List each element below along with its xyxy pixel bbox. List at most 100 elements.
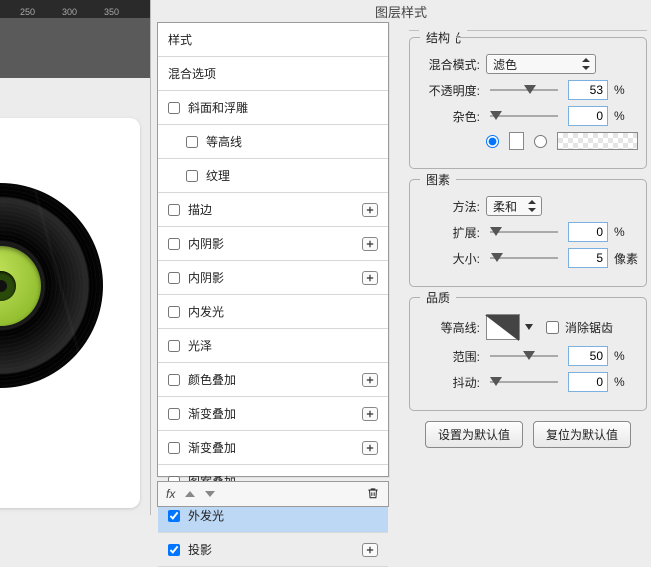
label-gradient-overlay-2: 渐变叠加 (188, 439, 236, 456)
trash-icon[interactable] (366, 486, 380, 503)
label-blend-options: 混合选项 (168, 65, 216, 82)
slider-spread[interactable] (490, 224, 558, 240)
checkbox-stroke[interactable] (168, 204, 180, 216)
fieldset-elements: 图素 方法: 柔和 扩展: % 大小: 像素 (409, 179, 647, 287)
ruler-tick-350: 350 (104, 7, 119, 17)
label-inner-shadow-2: 内阴影 (188, 269, 224, 286)
vinyl-record (0, 183, 103, 388)
reset-default-button[interactable]: 复位为默认值 (533, 421, 631, 448)
slider-noise[interactable] (490, 108, 558, 124)
label-contour: 等高线 (206, 133, 242, 150)
label-jitter: 抖动: (418, 374, 480, 391)
select-blend-mode-value: 滤色 (493, 56, 517, 73)
add-inner-shadow-1-button[interactable] (362, 237, 378, 251)
row-bevel[interactable]: 斜面和浮雕 (158, 91, 388, 125)
add-drop-shadow-button[interactable] (362, 543, 378, 557)
row-gradient-overlay-2[interactable]: 渐变叠加 (158, 431, 388, 465)
add-gradient-overlay-2-button[interactable] (362, 441, 378, 455)
input-range[interactable] (568, 346, 608, 366)
slider-opacity[interactable] (490, 82, 558, 98)
checkbox-satin[interactable] (168, 340, 180, 352)
checkbox-inner-shadow-2[interactable] (168, 272, 180, 284)
styles-panel: 样式 混合选项 斜面和浮雕 等高线 纹理 描边 内阴影 内阴影 内发光 光泽 颜… (157, 22, 389, 477)
gradient-swatch[interactable] (557, 132, 638, 150)
set-default-button[interactable]: 设置为默认值 (425, 421, 523, 448)
label-stroke: 描边 (188, 201, 212, 218)
move-down-icon[interactable] (205, 491, 215, 497)
checkbox-texture[interactable] (186, 170, 198, 182)
checkbox-inner-glow[interactable] (168, 306, 180, 318)
select-technique[interactable]: 柔和 (486, 196, 542, 216)
row-stroke[interactable]: 描边 (158, 193, 388, 227)
label-opacity: 不透明度: (418, 82, 480, 99)
checkbox-bevel[interactable] (168, 102, 180, 114)
label-gradient-overlay-1: 渐变叠加 (188, 405, 236, 422)
radio-solid-color[interactable] (486, 135, 499, 148)
fieldset-quality: 品质 等高线: 消除锯齿 范围: % 抖动: % (409, 297, 647, 411)
checkbox-antialias[interactable] (546, 321, 559, 334)
label-color-overlay: 颜色叠加 (188, 371, 236, 388)
add-inner-shadow-2-button[interactable] (362, 271, 378, 285)
input-spread[interactable] (568, 222, 608, 242)
color-swatch[interactable] (509, 132, 524, 150)
unit-noise: % (614, 109, 638, 123)
add-color-overlay-button[interactable] (362, 373, 378, 387)
row-color-overlay[interactable]: 颜色叠加 (158, 363, 388, 397)
checkbox-gradient-overlay-2[interactable] (168, 442, 180, 454)
label-size: 大小: (418, 250, 480, 267)
select-technique-value: 柔和 (493, 198, 517, 215)
unit-spread: % (614, 225, 638, 239)
label-drop-shadow: 投影 (188, 541, 212, 558)
row-inner-shadow-1[interactable]: 内阴影 (158, 227, 388, 261)
add-gradient-overlay-1-button[interactable] (362, 407, 378, 421)
fieldset-elements-title: 图素 (420, 171, 456, 188)
unit-opacity: % (614, 83, 638, 97)
fx-bar: fx (157, 481, 389, 507)
checkbox-contour[interactable] (186, 136, 198, 148)
row-inner-glow[interactable]: 内发光 (158, 295, 388, 329)
slider-jitter[interactable] (490, 374, 558, 390)
label-blend-mode: 混合模式: (418, 56, 480, 73)
ruler: 250 300 350 (0, 0, 150, 18)
input-jitter[interactable] (568, 372, 608, 392)
contour-picker[interactable] (486, 314, 520, 340)
row-inner-shadow-2[interactable]: 内阴影 (158, 261, 388, 295)
label-antialias: 消除锯齿 (565, 319, 613, 336)
fx-label[interactable]: fx (166, 487, 175, 501)
checkbox-outer-glow[interactable] (168, 510, 180, 522)
label-inner-shadow-1: 内阴影 (188, 235, 224, 252)
select-blend-mode[interactable]: 滤色 (486, 54, 596, 74)
input-noise[interactable] (568, 106, 608, 126)
label-outer-glow: 外发光 (188, 507, 224, 524)
slider-size[interactable] (490, 250, 558, 266)
radio-gradient[interactable] (534, 135, 547, 148)
ruler-tick-250: 250 (20, 7, 35, 17)
unit-jitter: % (614, 375, 638, 389)
row-blend-options[interactable]: 混合选项 (158, 57, 388, 91)
add-stroke-button[interactable] (362, 203, 378, 217)
label-texture: 纹理 (206, 167, 230, 184)
canvas-area (0, 18, 150, 515)
row-gradient-overlay-1[interactable]: 渐变叠加 (158, 397, 388, 431)
row-satin[interactable]: 光泽 (158, 329, 388, 363)
label-inner-glow: 内发光 (188, 303, 224, 320)
dialog-title: 图层样式 (151, 2, 651, 21)
fieldset-quality-title: 品质 (420, 289, 456, 306)
row-drop-shadow[interactable]: 投影 (158, 533, 388, 567)
settings-panel: 外发光 结构 混合模式: 滤色 不透明度: % 杂色: % (405, 22, 651, 515)
checkbox-inner-shadow-1[interactable] (168, 238, 180, 250)
styles-header[interactable]: 样式 (158, 23, 388, 57)
input-size[interactable] (568, 248, 608, 268)
vinyl-hole (0, 271, 16, 301)
checkbox-color-overlay[interactable] (168, 374, 180, 386)
move-up-icon[interactable] (185, 491, 195, 497)
row-texture[interactable]: 纹理 (158, 159, 388, 193)
row-contour[interactable]: 等高线 (158, 125, 388, 159)
input-opacity[interactable] (568, 80, 608, 100)
checkbox-drop-shadow[interactable] (168, 544, 180, 556)
checkbox-gradient-overlay-1[interactable] (168, 408, 180, 420)
fieldset-structure-title: 结构 (420, 29, 456, 46)
label-contour-q: 等高线: (418, 319, 480, 336)
slider-range[interactable] (490, 348, 558, 364)
label-bevel: 斜面和浮雕 (188, 99, 248, 116)
